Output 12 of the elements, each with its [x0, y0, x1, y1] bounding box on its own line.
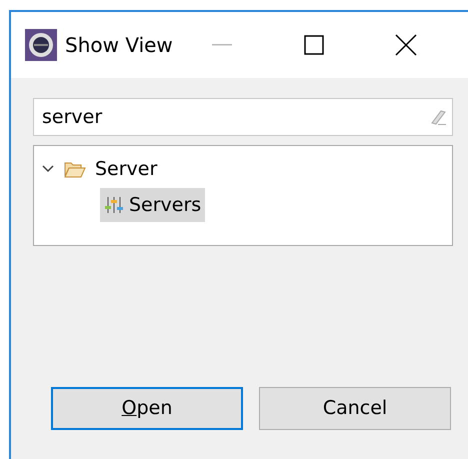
close-icon[interactable]: [395, 34, 417, 56]
servers-icon: [104, 196, 124, 214]
dialog-button[interactable]: Open: [51, 387, 243, 430]
tree-item[interactable]: Server: [86, 152, 162, 186]
maximize-icon[interactable]: [304, 35, 324, 55]
folder-icon: [64, 160, 86, 178]
tree-item[interactable]: Servers: [100, 188, 206, 222]
dialog-button[interactable]: Cancel: [259, 387, 451, 430]
window-title: Show View: [65, 32, 173, 59]
search-field[interactable]: server: [33, 98, 453, 136]
eraser-icon: [429, 108, 447, 126]
app-icon: [25, 29, 57, 61]
